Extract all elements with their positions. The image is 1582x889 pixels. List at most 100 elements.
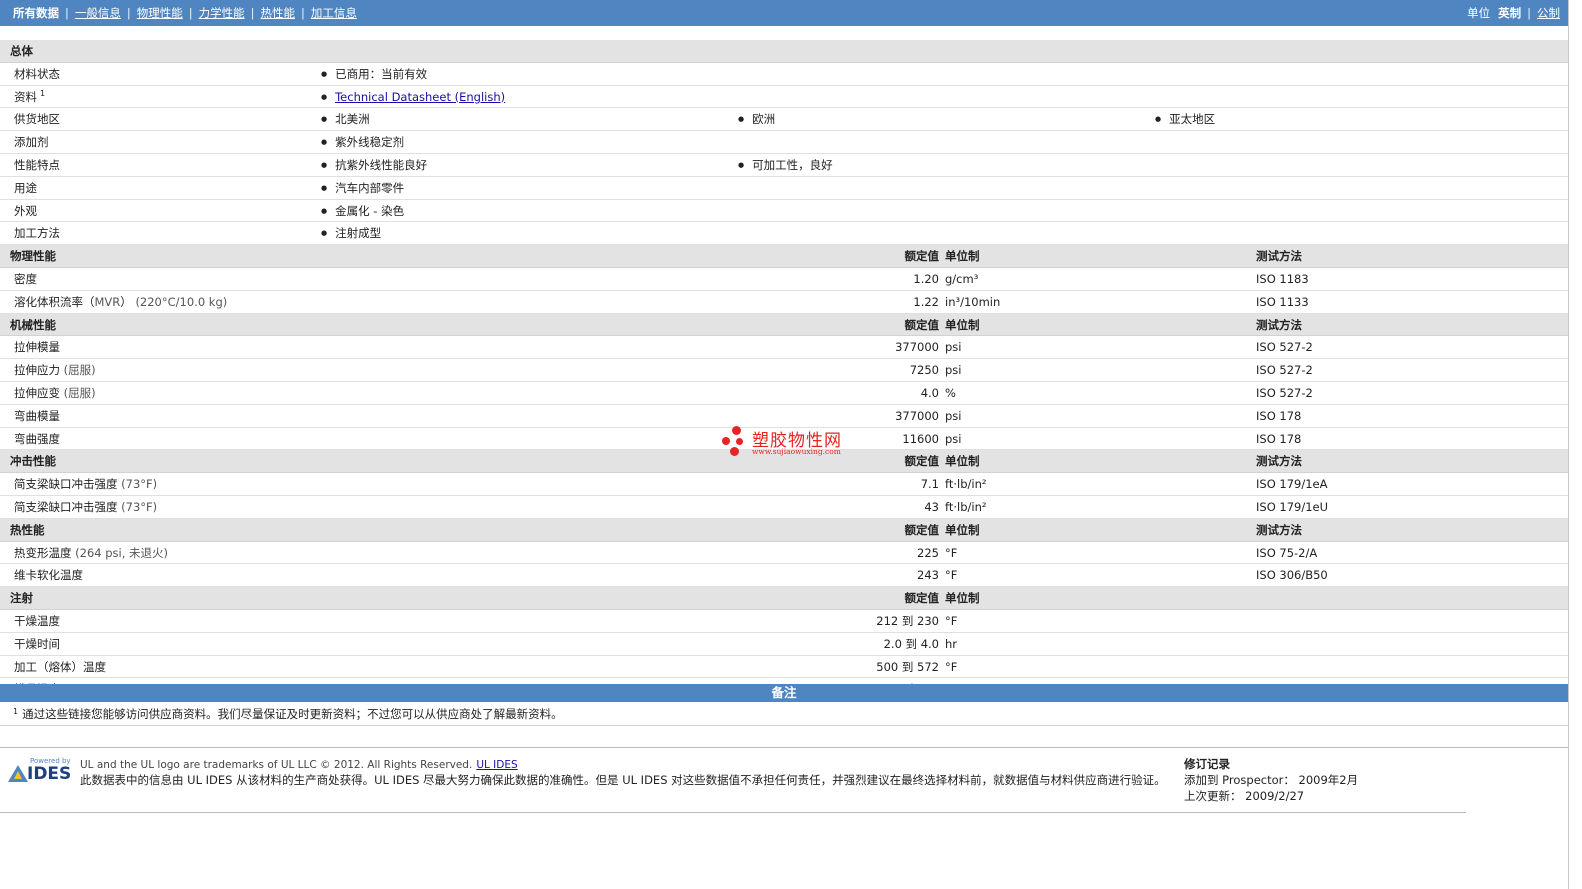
row-unit: % xyxy=(945,385,956,400)
row-label-text: 拉伸模量 xyxy=(14,340,60,355)
column-header-rated: 额定值 xyxy=(904,454,940,469)
copyright-line: UL and the UL logo are trademarks of UL … xyxy=(80,759,518,771)
nav-link-general[interactable]: 一般信息 xyxy=(75,5,121,21)
mvr-label: 溶化体积流率（ xyxy=(14,294,95,309)
row-label: 性能特点 xyxy=(14,157,60,172)
table-row: 弯曲模量 377000 psi ISO 178 xyxy=(0,405,1568,428)
table-row: 密度 1.20 g/cm³ ISO 1183 xyxy=(0,268,1568,291)
column-header-unit: 单位制 xyxy=(945,249,980,264)
row-label: 弯曲强度 xyxy=(14,428,60,451)
section-title: 总体 xyxy=(10,44,33,58)
table-row: 拉伸应力 (屈服) 7250 psi ISO 527-2 xyxy=(0,359,1568,382)
row-label: 加工方法 xyxy=(14,226,60,241)
nav-all-data[interactable]: 所有数据 xyxy=(13,5,59,21)
unit-metric-link[interactable]: 公制 xyxy=(1537,5,1560,21)
revision-title: 修订记录 xyxy=(1184,757,1230,771)
row-value: 225 xyxy=(917,545,939,560)
column-header-unit: 单位制 xyxy=(945,454,980,469)
column-header-test: 测试方法 xyxy=(1256,249,1302,264)
row-value: 1.20 xyxy=(913,271,939,286)
row-label: 拉伸应力 (屈服) xyxy=(14,359,96,382)
method-value: 注射成型 xyxy=(321,222,381,245)
row-unit: hr xyxy=(945,636,958,651)
row-label: 资料 1 xyxy=(14,86,45,109)
watermark-dot-icon xyxy=(736,438,743,445)
table-row: 干燥时间 2.0 到 4.0 hr xyxy=(0,633,1568,656)
row-unit: °F xyxy=(945,613,958,628)
row-value: 1.22 xyxy=(913,294,939,309)
row-value: 2.0 到 4.0 xyxy=(883,636,939,651)
row-label-text: 简支梁缺口冲击强度 xyxy=(14,499,118,514)
row-label: 热变形温度 (264 psi, 未退火) xyxy=(14,542,168,565)
source-label: 资料 xyxy=(14,89,37,104)
feature-item: 可加工性，良好 xyxy=(738,154,833,177)
ides-logo[interactable]: Powered by IDES xyxy=(8,757,72,787)
row-label: 密度 xyxy=(14,271,37,286)
table-row: 热变形温度 (264 psi, 未退火) 225 °F ISO 75-2/A xyxy=(0,542,1568,565)
section-header-general: 总体 xyxy=(0,40,1568,63)
supply-item: 亚太地区 xyxy=(1155,108,1215,131)
row-unit: ft·lb/in² xyxy=(945,477,987,492)
row-value: 377000 xyxy=(895,340,939,355)
row-unit: g/cm³ xyxy=(945,271,979,286)
column-header-test: 测试方法 xyxy=(1256,522,1302,537)
row-test: ISO 179/1eU xyxy=(1256,499,1329,514)
table-row: 外观 金属化 - 染色 xyxy=(0,200,1568,223)
row-test: ISO 1183 xyxy=(1256,271,1309,286)
column-header-test: 测试方法 xyxy=(1256,317,1302,332)
table-row: 用途 汽车内部零件 xyxy=(0,177,1568,200)
feature-item: 抗紫外线性能良好 xyxy=(321,154,427,177)
column-header-unit: 单位制 xyxy=(945,317,980,332)
column-header-unit: 单位制 xyxy=(945,591,980,606)
watermark-url: www.sujiaowuxing.com xyxy=(752,447,841,456)
row-unit: psi xyxy=(945,340,962,355)
row-value: 4.0 xyxy=(920,385,939,400)
disclaimer-text: 此数据表中的信息由 UL IDES 从该材料的生产商处获得。UL IDES 尽最… xyxy=(80,773,1166,787)
datasheet-item: Technical Datasheet (English) xyxy=(321,86,505,109)
nav-link-processing[interactable]: 加工信息 xyxy=(311,5,357,21)
row-label: 干燥温度 xyxy=(14,613,60,628)
column-header-rated: 额定值 xyxy=(904,591,940,606)
row-condition: (屈服) xyxy=(63,363,96,378)
footnote-ref: 1 xyxy=(40,88,46,98)
table-row: 干燥温度 212 到 230 °F xyxy=(0,610,1568,633)
row-label-text: 拉伸应变 xyxy=(14,385,60,400)
divider xyxy=(0,747,1568,748)
section-title: 热性能 xyxy=(10,522,45,537)
column-header-rated: 额定值 xyxy=(904,522,940,537)
column-header-test: 测试方法 xyxy=(1256,454,1302,469)
row-label: 弯曲模量 xyxy=(14,405,60,428)
supply-item: 北美洲 xyxy=(321,108,370,131)
divider xyxy=(0,725,1568,726)
nav-link-mechanical[interactable]: 力学性能 xyxy=(199,5,245,21)
datasheet-table: 总体 材料状态 已商用：当前有效 资料1 Technical Datasheet… xyxy=(0,40,1568,702)
additive-value: 紫外线稳定剂 xyxy=(321,131,404,154)
mvr-condition: (220°C/10.0 kg) xyxy=(135,294,228,309)
row-test: ISO 527-2 xyxy=(1256,363,1313,378)
table-row: 加工（熔体）温度 500 到 572 °F xyxy=(0,656,1568,679)
row-label: 拉伸模量 xyxy=(14,336,60,359)
nav-separator: | xyxy=(65,6,69,20)
nav-link-physical[interactable]: 物理性能 xyxy=(137,5,183,21)
uses-value: 汽车内部零件 xyxy=(321,177,404,200)
unit-label: 单位 xyxy=(1467,6,1491,20)
ul-ides-link[interactable]: UL IDES xyxy=(476,759,517,771)
row-unit: °F xyxy=(945,659,958,674)
section-header-mechanical: 机械性能 额定值 单位制 测试方法 xyxy=(0,313,1568,337)
datasheet-link[interactable]: Technical Datasheet (English) xyxy=(335,90,505,104)
table-row: 添加剂 紫外线稳定剂 xyxy=(0,131,1568,154)
top-nav-bar: 所有数据 | 一般信息 | 物理性能 | 力学性能 | 热性能 | 加工信息 单… xyxy=(0,0,1568,26)
status-value: 已商用：当前有效 xyxy=(321,63,427,86)
ides-logo-text: IDES xyxy=(27,764,72,784)
row-label: 干燥时间 xyxy=(14,636,60,651)
row-condition: (73°F) xyxy=(121,477,158,492)
row-unit: °F xyxy=(945,545,958,560)
row-condition: (73°F) xyxy=(121,499,158,514)
row-label: 添加剂 xyxy=(14,135,49,150)
table-row: 拉伸模量 377000 psi ISO 527-2 xyxy=(0,336,1568,360)
nav-link-thermal[interactable]: 热性能 xyxy=(261,5,296,21)
row-test: ISO 306/B50 xyxy=(1256,568,1328,583)
table-row: 维卡软化温度 243 °F ISO 306/B50 xyxy=(0,564,1568,588)
row-unit: psi xyxy=(945,408,962,423)
unit-english[interactable]: 英制 xyxy=(1498,5,1521,21)
